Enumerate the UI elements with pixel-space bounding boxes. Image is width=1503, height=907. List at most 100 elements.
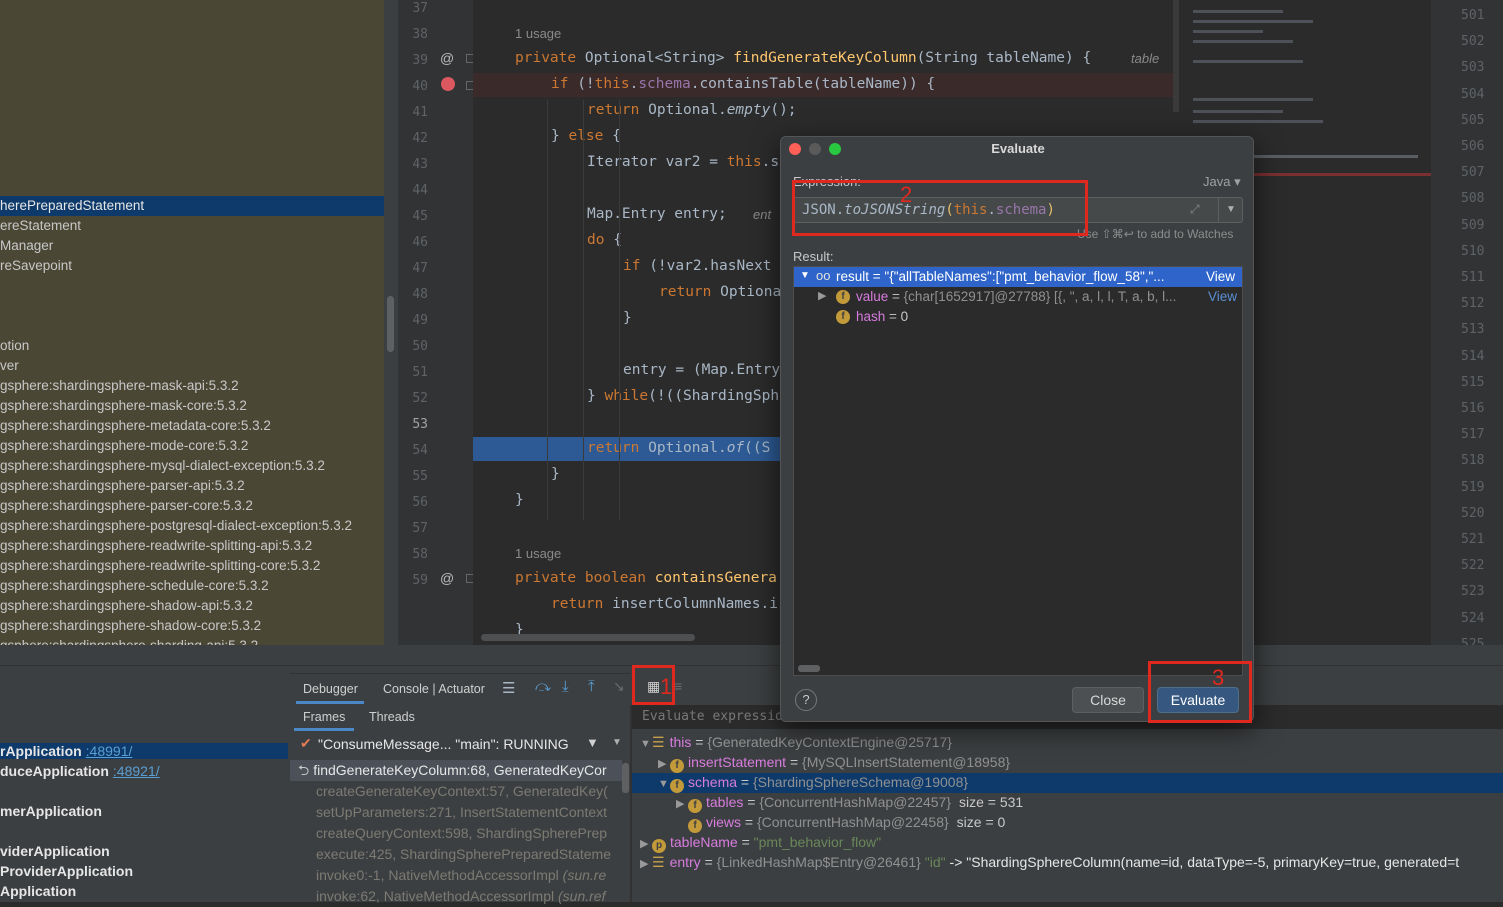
code-token: Map.Entry entry; — [587, 206, 727, 222]
tree-item[interactable]: gsphere:shardingsphere-mysql-dialect-exc… — [0, 456, 325, 476]
service-port-link[interactable]: :48991/ — [86, 743, 133, 759]
service-item[interactable]: rApplication:48991/ — [0, 743, 288, 759]
chevron-down-icon[interactable]: ▼ — [800, 270, 810, 281]
tree-item[interactable]: gsphere:shardingsphere-schedule-core:5.3… — [0, 576, 269, 596]
tree-item[interactable]: gsphere:shardingsphere-metadata-core:5.3… — [0, 416, 271, 436]
chevron-down-icon[interactable]: ▼ — [658, 778, 670, 790]
tree-item[interactable]: ver — [0, 356, 19, 376]
chevron-down-icon[interactable]: ▼ — [640, 738, 652, 750]
frame-item[interactable]: createGenerateKeyContext:57, GeneratedKe… — [290, 781, 622, 802]
line-number: 508 — [1461, 191, 1485, 207]
tree-item[interactable]: gsphere:shardingsphere-mode-core:5.3.2 — [0, 436, 248, 456]
tree-item[interactable]: gsphere:shardingsphere-shadow-core:5.3.2 — [0, 616, 261, 636]
breakpoint-icon[interactable] — [441, 77, 455, 91]
tab-console[interactable]: Console | Actuator — [383, 682, 485, 696]
service-port-link[interactable]: :48921/ — [113, 763, 160, 779]
frame-label: createQueryContext:598, ShardingSpherePr… — [316, 825, 608, 841]
equals-sign: = — [737, 774, 753, 790]
value-view-link[interactable]: View — [1208, 289, 1237, 304]
variable-row[interactable]: ▼☰ this = {GeneratedKeyContextEngine@2571… — [640, 734, 952, 751]
hash-row[interactable]: f hash = 0 — [794, 307, 1242, 327]
tree-item[interactable]: gsphere:shardingsphere-readwrite-splitti… — [0, 536, 312, 556]
result-view-link[interactable]: View — [1206, 269, 1235, 284]
expand-icon[interactable]: ⤢ — [1190, 202, 1200, 217]
variable-row[interactable]: ▶ p tableName = "pmt_behavior_flow" — [640, 834, 881, 853]
variable-row[interactable]: ▶ f tables = {ConcurrentHashMap@22457} size… — [676, 794, 1023, 813]
tree-item[interactable]: ereStatement — [0, 216, 81, 236]
code-token: } — [551, 466, 560, 482]
tab-threads[interactable]: Threads — [369, 710, 415, 724]
project-tree-scrollbar[interactable] — [384, 0, 398, 645]
service-item[interactable]: merApplication — [0, 803, 102, 819]
frame-item[interactable]: invoke0:-1, NativeMethodAccessorImpl (su… — [290, 865, 622, 886]
tree-item[interactable]: gsphere:shardingsphere-sharding-api:5.3.… — [0, 636, 258, 645]
tree-item[interactable]: Manager — [0, 236, 53, 256]
code-line: return Optiona — [659, 284, 781, 300]
thread-selector[interactable]: "ConsumeMessage... "main": RUNNING — [318, 736, 569, 752]
line-number: 59 — [412, 573, 428, 588]
line-number: 518 — [1461, 453, 1485, 469]
filter-icon[interactable]: ▼ — [586, 735, 599, 750]
variable-value: {ConcurrentHashMap@22458} — [756, 814, 949, 830]
tree-item[interactable]: gsphere:shardingsphere-parser-api:5.3.2 — [0, 476, 245, 496]
variable-row[interactable]: ▶ ☰ entry = {LinkedHashMap$Entry@26461} "id… — [640, 854, 1459, 871]
tab-debugger[interactable]: Debugger — [303, 682, 358, 696]
chevron-right-icon[interactable]: ▶ — [818, 289, 826, 302]
language-selector[interactable]: Java ▾ — [1203, 174, 1241, 190]
code-line: } — [623, 310, 632, 326]
variable-extra: size = 0 — [956, 814, 1006, 830]
result-tree[interactable]: ▼ oo result = "{"allTableNames":["pmt_be… — [793, 266, 1243, 676]
frame-item[interactable]: createQueryContext:598, ShardingSpherePr… — [290, 823, 622, 844]
tree-item[interactable]: reSavepoint — [0, 256, 72, 276]
frame-item[interactable]: invoke:62, NativeMethodAccessorImpl (sun… — [290, 886, 622, 907]
service-item[interactable]: viderApplication — [0, 843, 110, 859]
line-number: 45 — [412, 209, 428, 224]
service-item[interactable]: Application — [0, 883, 76, 899]
tree-item[interactable]: otion — [0, 336, 29, 356]
variable-row[interactable]: ▼ f schema = {ShardingSphereSchema@19008} — [658, 774, 968, 793]
close-button[interactable]: Close — [1072, 687, 1144, 713]
frame-item[interactable]: setUpParameters:271, InsertStatementCont… — [290, 802, 622, 823]
tab-frames[interactable]: Frames — [303, 710, 345, 724]
tree-item[interactable]: herePreparedStatement — [0, 196, 384, 216]
frame-item[interactable]: ⮌ findGenerateKeyColumn:68, GeneratedKeyC… — [290, 760, 622, 781]
tree-item[interactable]: gsphere:shardingsphere-mask-core:5.3.2 — [0, 396, 247, 416]
trace-icon[interactable]: ≡ — [674, 678, 682, 694]
run-to-cursor-icon[interactable]: ↘ — [613, 678, 625, 695]
result-hscrollbar[interactable] — [798, 665, 820, 672]
chevron-right-icon[interactable]: ▶ — [640, 837, 652, 850]
override-icon[interactable]: @ — [440, 50, 454, 66]
step-over-icon[interactable]: ⤼ — [535, 678, 551, 695]
tree-item[interactable]: gsphere:shardingsphere-readwrite-splitti… — [0, 556, 320, 576]
variable-value: {ShardingSphereSchema@19008} — [753, 774, 969, 790]
evaluate-expression-input[interactable]: Evaluate expressio — [642, 709, 783, 724]
chevron-right-icon[interactable]: ▶ — [640, 857, 652, 870]
step-into-icon[interactable]: ⤓ — [562, 678, 569, 695]
chevron-down-icon[interactable]: ▼ — [612, 737, 622, 748]
line-number: 55 — [412, 469, 428, 484]
tree-item[interactable]: gsphere:shardingsphere-mask-api:5.3.2 — [0, 376, 239, 396]
history-dropdown-icon[interactable]: ▼ — [1226, 204, 1236, 215]
service-item[interactable]: duceApplication:48921/ — [0, 763, 160, 779]
help-button[interactable]: ? — [795, 689, 817, 711]
value-row[interactable]: ▶ f value = {char[1652917]@27788} [{, ",… — [794, 287, 1242, 307]
variable-row[interactable]: ▶ f insertStatement = {MySQLInsertStatemen… — [658, 754, 1010, 773]
line-number: 58 — [412, 547, 428, 562]
line-number: 41 — [412, 105, 428, 120]
service-item[interactable]: ProviderApplication — [0, 863, 133, 879]
result-row[interactable]: ▼ oo result = "{"allTableNames":["pmt_be… — [794, 267, 1242, 287]
override-icon[interactable]: @ — [440, 570, 454, 586]
layout-icon[interactable]: ☰ — [502, 679, 515, 697]
chevron-right-icon[interactable]: ▶ — [676, 797, 688, 810]
editor-hscrollbar[interactable] — [481, 634, 695, 641]
tree-item[interactable]: gsphere:shardingsphere-postgresql-dialec… — [0, 516, 352, 536]
variable-row[interactable]: f views = {ConcurrentHashMap@22458} size =… — [676, 814, 1005, 833]
frames-scrollbar[interactable] — [622, 763, 629, 793]
tree-item[interactable]: gsphere:shardingsphere-parser-core:5.3.2 — [0, 496, 253, 516]
frame-item[interactable]: execute:425, ShardingSpherePreparedState… — [290, 844, 622, 865]
step-out-icon[interactable]: ⤒ — [588, 678, 595, 695]
line-number: 56 — [412, 495, 428, 510]
chevron-right-icon[interactable]: ▶ — [658, 757, 670, 770]
tree-item[interactable]: gsphere:shardingsphere-shadow-api:5.3.2 — [0, 596, 253, 616]
code-token: if — [623, 258, 650, 274]
